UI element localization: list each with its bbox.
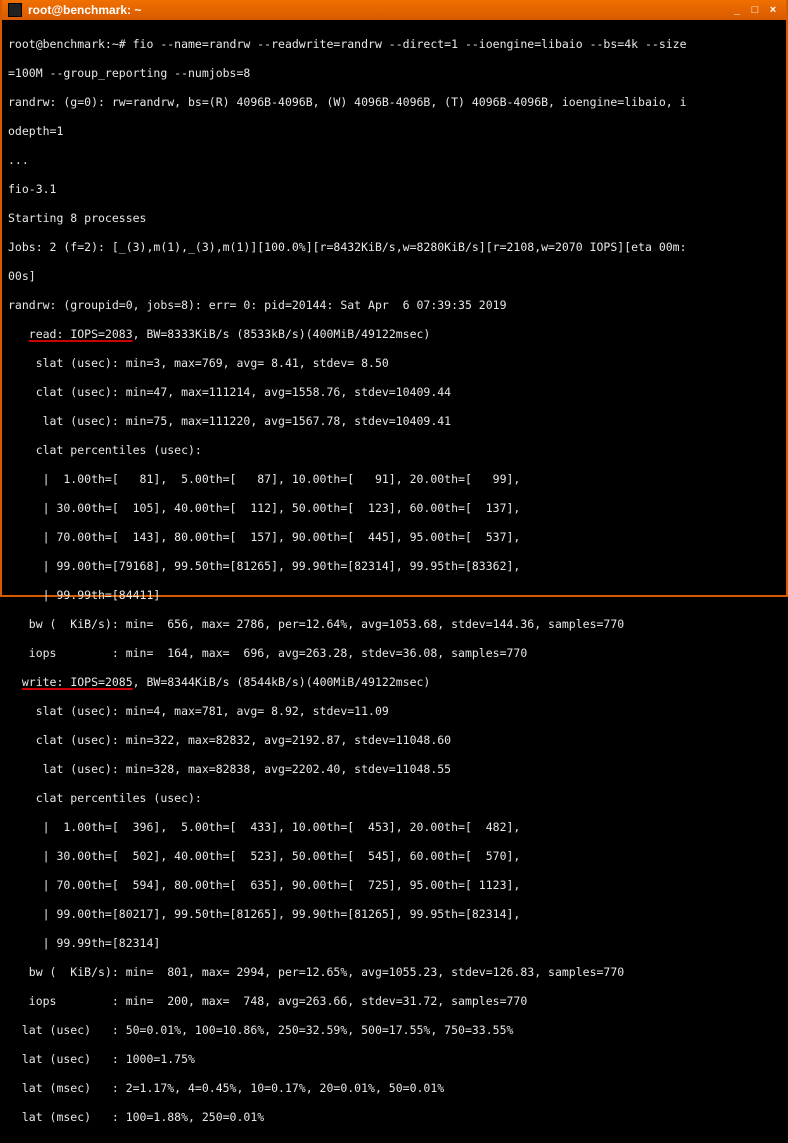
terminal-line: | 30.00th=[ 502], 40.00th=[ 523], 50.00t… (8, 849, 780, 864)
terminal-line: | 99.99th=[84411] (8, 588, 780, 603)
terminal-line: lat (usec): min=75, max=111220, avg=1567… (8, 414, 780, 429)
terminal-line: clat (usec): min=47, max=111214, avg=155… (8, 385, 780, 400)
write-iops-highlight: write: IOPS=2085 (22, 675, 133, 689)
terminal-line: =100M --group_reporting --numjobs=8 (8, 66, 780, 81)
terminal-line: lat (usec) : 1000=1.75% (8, 1052, 780, 1067)
terminal-line: iops : min= 164, max= 696, avg=263.28, s… (8, 646, 780, 661)
terminal-line: | 99.00th=[79168], 99.50th=[81265], 99.9… (8, 559, 780, 574)
terminal-line: lat (usec) : 50=0.01%, 100=10.86%, 250=3… (8, 1023, 780, 1038)
minimize-button[interactable]: _ (730, 3, 744, 17)
terminal-line: slat (usec): min=4, max=781, avg= 8.92, … (8, 704, 780, 719)
terminal-line: randrw: (groupid=0, jobs=8): err= 0: pid… (8, 298, 780, 313)
terminal-line: read: IOPS=2083, BW=8333KiB/s (8533kB/s)… (8, 327, 780, 342)
terminal-line: slat (usec): min=3, max=769, avg= 8.41, … (8, 356, 780, 371)
terminal-line: ... (8, 153, 780, 168)
terminal-line: clat percentiles (usec): (8, 791, 780, 806)
terminal-line: clat percentiles (usec): (8, 443, 780, 458)
terminal-line: | 70.00th=[ 594], 80.00th=[ 635], 90.00t… (8, 878, 780, 893)
terminal-line: odepth=1 (8, 124, 780, 139)
terminal-line: clat (usec): min=322, max=82832, avg=219… (8, 733, 780, 748)
window-title: root@benchmark: ~ (28, 3, 141, 17)
terminal-icon (8, 3, 22, 17)
terminal-line: randrw: (g=0): rw=randrw, bs=(R) 4096B-4… (8, 95, 780, 110)
terminal-line: write: IOPS=2085, BW=8344KiB/s (8544kB/s… (8, 675, 780, 690)
terminal-line: lat (msec) : 2=1.17%, 4=0.45%, 10=0.17%,… (8, 1081, 780, 1096)
terminal-line: 00s] (8, 269, 780, 284)
terminal-line: bw ( KiB/s): min= 656, max= 2786, per=12… (8, 617, 780, 632)
terminal-line: | 99.99th=[82314] (8, 936, 780, 951)
terminal-line: | 1.00th=[ 396], 5.00th=[ 433], 10.00th=… (8, 820, 780, 835)
terminal-output[interactable]: root@benchmark:~# fio --name=randrw --re… (2, 20, 786, 1143)
terminal-line: root@benchmark:~# fio --name=randrw --re… (8, 37, 780, 52)
terminal-line: fio-3.1 (8, 182, 780, 197)
maximize-button[interactable]: □ (748, 3, 762, 17)
terminal-line: | 30.00th=[ 105], 40.00th=[ 112], 50.00t… (8, 501, 780, 516)
window-titlebar: root@benchmark: ~ _ □ × (2, 0, 786, 20)
read-iops-highlight: read: IOPS=2083 (29, 327, 133, 341)
terminal-line: bw ( KiB/s): min= 801, max= 2994, per=12… (8, 965, 780, 980)
terminal-line: lat (msec) : 100=1.88%, 250=0.01% (8, 1110, 780, 1125)
terminal-line: lat (usec): min=328, max=82838, avg=2202… (8, 762, 780, 777)
close-button[interactable]: × (766, 3, 780, 17)
terminal-line: | 70.00th=[ 143], 80.00th=[ 157], 90.00t… (8, 530, 780, 545)
terminal-line: Starting 8 processes (8, 211, 780, 226)
terminal-line: | 99.00th=[80217], 99.50th=[81265], 99.9… (8, 907, 780, 922)
terminal-line: Jobs: 2 (f=2): [_(3),m(1),_(3),m(1)][100… (8, 240, 780, 255)
terminal-line: iops : min= 200, max= 748, avg=263.66, s… (8, 994, 780, 1009)
terminal-line: | 1.00th=[ 81], 5.00th=[ 87], 10.00th=[ … (8, 472, 780, 487)
